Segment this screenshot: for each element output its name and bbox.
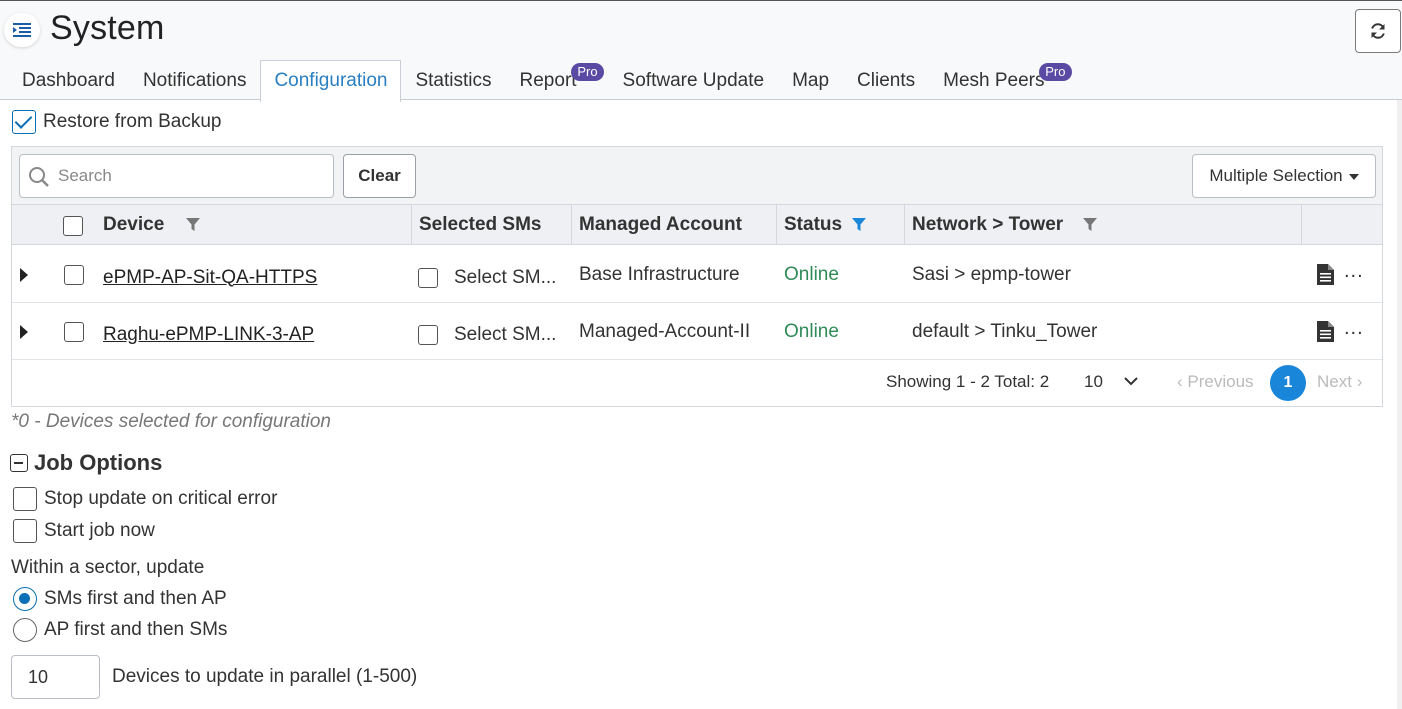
job-options-title: Job Options [34, 450, 163, 475]
select-sm-dropdown[interactable]: Select SM... [454, 324, 556, 346]
restore-from-backup: Restore from Backup [12, 110, 221, 134]
restore-label: Restore from Backup [43, 111, 222, 132]
device-link[interactable]: ePMP-AP-Sit-QA-HTTPS [103, 267, 317, 289]
table-pagination: Showing 1 - 2 Total: 2 10 ‹ Previous 1 N… [12, 359, 1382, 406]
table-header: Device Selected SMs Managed Account Stat… [12, 205, 1382, 245]
expand-row-button[interactable] [20, 246, 28, 303]
sector-update-label: Within a sector, update [11, 557, 205, 578]
more-actions-button[interactable]: ... [1344, 317, 1364, 340]
job-options-header[interactable]: Job Options [10, 450, 162, 476]
status-text: Online [784, 320, 839, 342]
device-table-panel: Clear Multiple Selection Device Selected… [11, 146, 1383, 407]
page-size-value[interactable]: 10 [1084, 372, 1103, 392]
page-scrollbar[interactable] [1397, 100, 1402, 709]
start-job-now-option: Start job now [13, 519, 155, 543]
radio-ap-first[interactable] [13, 618, 37, 642]
menu-button[interactable] [4, 13, 40, 47]
tab-software-update[interactable]: Software Update [609, 60, 779, 101]
expand-row-button[interactable] [20, 303, 28, 360]
network-tower: default > Tinku_Tower [912, 320, 1098, 342]
refresh-icon [1371, 23, 1385, 39]
document-icon[interactable] [1317, 321, 1334, 342]
caret-right-icon [20, 267, 28, 282]
sm-select-checkbox[interactable] [418, 324, 438, 345]
list-indent-icon [13, 23, 31, 37]
tab-notifications[interactable]: Notifications [129, 60, 261, 101]
managed-account: Managed-Account-II [579, 320, 751, 342]
radio-sms-first-option: SMs first and then AP [13, 587, 227, 611]
pro-badge: Pro [571, 63, 604, 81]
search-icon [29, 167, 49, 187]
tab-statistics[interactable]: Statistics [401, 60, 505, 101]
document-icon[interactable] [1317, 264, 1334, 285]
multiple-selection-label: Multiple Selection [1209, 166, 1343, 185]
col-actions [1301, 205, 1382, 245]
filter-icon[interactable] [186, 218, 201, 232]
radio-ap-first-option: AP first and then SMs [13, 618, 227, 642]
tab-report[interactable]: Report Pro [506, 60, 604, 101]
showing-count: Showing 1 - 2 Total: 2 [886, 372, 1050, 391]
table-toolbar: Clear Multiple Selection [12, 147, 1382, 205]
page-title: System [50, 9, 165, 47]
table-row: Raghu-ePMP-LINK-3-AP Select SM... Manage… [12, 303, 1382, 360]
col-status[interactable]: Status [776, 205, 904, 245]
clear-button[interactable]: Clear [343, 154, 416, 198]
managed-account: Base Infrastructure [579, 263, 740, 285]
next-page-button[interactable]: Next › [1317, 372, 1362, 392]
tab-bar: Dashboard Notifications Configuration St… [8, 60, 1077, 102]
radio-sms-first[interactable] [13, 587, 37, 611]
tab-configuration[interactable]: Configuration [260, 60, 402, 102]
col-managed-account[interactable]: Managed Account [571, 205, 776, 245]
radio-ap-first-label: AP first and then SMs [44, 619, 228, 640]
restore-checkbox[interactable] [12, 110, 36, 134]
search-box [19, 154, 334, 198]
radio-sms-first-label: SMs first and then AP [44, 588, 227, 609]
search-input[interactable] [56, 161, 326, 191]
col-selected-sms[interactable]: Selected SMs [411, 205, 571, 245]
col-network-tower[interactable]: Network > Tower [904, 205, 1301, 245]
stop-on-error-option: Stop update on critical error [13, 487, 277, 511]
multiple-selection-dropdown[interactable]: Multiple Selection [1192, 154, 1376, 198]
sm-select-checkbox[interactable] [418, 267, 438, 288]
row-checkbox[interactable] [64, 264, 84, 285]
previous-page-button[interactable]: ‹ Previous [1177, 372, 1254, 392]
parallel-devices-label: Devices to update in parallel (1-500) [112, 666, 418, 687]
col-device[interactable]: Device [96, 205, 411, 245]
device-link[interactable]: Raghu-ePMP-LINK-3-AP [103, 324, 314, 346]
row-checkbox[interactable] [64, 321, 84, 342]
select-sm-dropdown[interactable]: Select SM... [454, 267, 556, 289]
page-number-current[interactable]: 1 [1270, 365, 1306, 401]
network-tower: Sasi > epmp-tower [912, 263, 1071, 285]
filter-icon[interactable] [1083, 218, 1098, 232]
stop-on-error-checkbox[interactable] [13, 487, 37, 511]
more-actions-button[interactable]: ... [1344, 260, 1364, 283]
stop-on-error-label: Stop update on critical error [44, 488, 278, 509]
tab-dashboard[interactable]: Dashboard [8, 60, 129, 101]
status-text: Online [784, 263, 839, 285]
start-job-now-checkbox[interactable] [13, 519, 37, 543]
tab-clients[interactable]: Clients [843, 60, 929, 101]
filter-active-icon[interactable] [852, 218, 867, 232]
selected-devices-note: *0 - Devices selected for configuration [11, 411, 331, 432]
pro-badge: Pro [1039, 63, 1072, 81]
select-all-checkbox[interactable] [63, 215, 83, 236]
table-row: ePMP-AP-Sit-QA-HTTPS Select SM... Base I… [12, 246, 1382, 303]
tab-mesh-peers[interactable]: Mesh Peers Pro [929, 60, 1072, 101]
app-header: System Dashboard Notifications Configura… [0, 1, 1402, 102]
tab-map[interactable]: Map [778, 60, 843, 101]
collapse-icon[interactable] [10, 454, 28, 472]
caret-down-icon [1348, 174, 1359, 180]
select-all-checkbox-wrap [63, 215, 83, 237]
start-job-now-label: Start job now [44, 520, 155, 541]
parallel-devices-input[interactable]: 10 [11, 655, 100, 699]
chevron-down-icon[interactable] [1124, 372, 1138, 390]
caret-right-icon [20, 324, 28, 339]
refresh-button[interactable] [1355, 9, 1401, 53]
